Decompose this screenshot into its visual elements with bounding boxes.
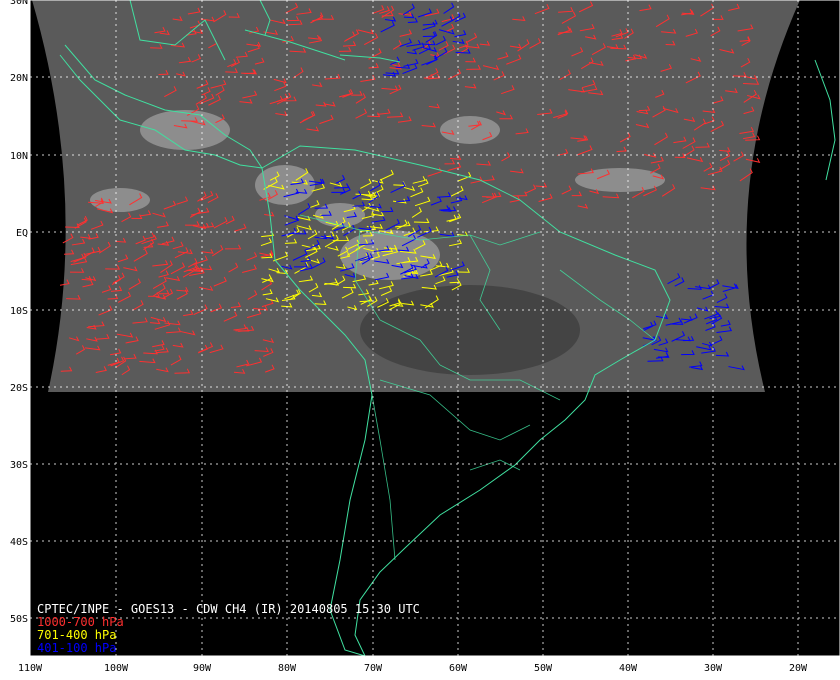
- dark-land-region: [360, 285, 580, 375]
- longitude-label: 30W: [704, 663, 723, 674]
- latitude-label: 30S: [10, 460, 28, 471]
- latitude-label: 30N: [10, 0, 28, 7]
- longitude-label: 50W: [534, 663, 553, 674]
- longitude-label: 110W: [18, 663, 43, 674]
- latitude-label: EQ: [16, 228, 28, 239]
- latitude-label: 20N: [10, 73, 28, 84]
- legend-high-level: 401-100 hPa: [37, 641, 117, 655]
- satellite-wind-map: 30N 20N 10N EQ 10S 20S 30S 40S 50S 110W 100W 90W 80…: [10, 0, 840, 674]
- longitude-label: 60W: [449, 663, 468, 674]
- latitude-label: 20S: [10, 383, 28, 394]
- latitude-label: 40S: [10, 537, 28, 548]
- latitude-label: 10S: [10, 306, 28, 317]
- longitude-labels: 110W 100W 90W 80W 70W 60W 50W 40W 30W 20W: [18, 663, 808, 674]
- latitude-label: 50S: [10, 614, 28, 625]
- longitude-label: 40W: [619, 663, 638, 674]
- longitude-label: 20W: [789, 663, 808, 674]
- longitude-label: 90W: [193, 663, 212, 674]
- longitude-label: 100W: [104, 663, 129, 674]
- latitude-labels: 30N 20N 10N EQ 10S 20S 30S 40S 50S: [10, 0, 28, 625]
- longitude-label: 70W: [364, 663, 383, 674]
- latitude-label: 10N: [10, 151, 28, 162]
- longitude-label: 80W: [278, 663, 297, 674]
